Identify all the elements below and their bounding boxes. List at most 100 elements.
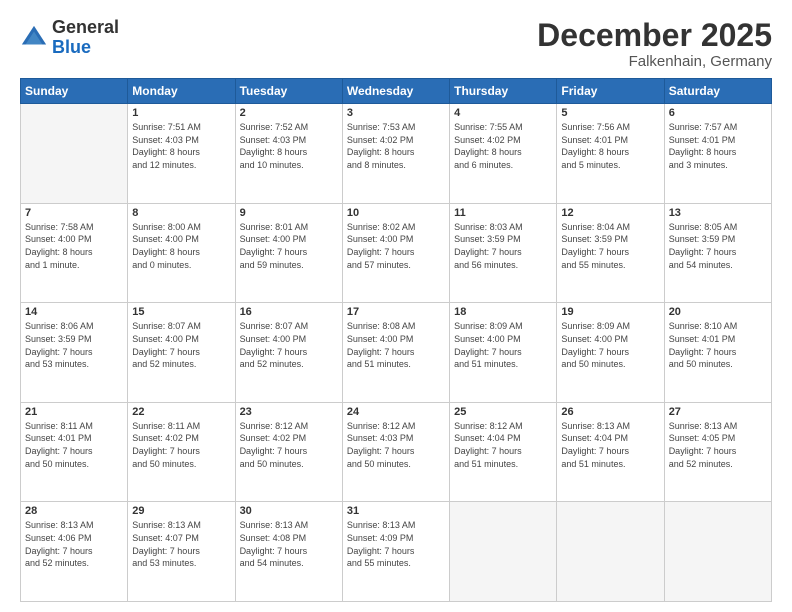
day-number: 3 — [347, 107, 445, 119]
calendar-cell: 14 Sunrise: 8:06 AM Sunset: 3:59 PM Dayli… — [21, 303, 128, 403]
calendar-cell: 22 Sunrise: 8:11 AM Sunset: 4:02 PM Dayli… — [128, 402, 235, 502]
day-info: Sunrise: 7:55 AM Sunset: 4:02 PM Dayligh… — [454, 121, 552, 171]
day-number: 7 — [25, 207, 123, 219]
day-info: Sunrise: 8:00 AM Sunset: 4:00 PM Dayligh… — [132, 221, 230, 271]
day-info: Sunrise: 7:57 AM Sunset: 4:01 PM Dayligh… — [669, 121, 767, 171]
day-number: 2 — [240, 107, 338, 119]
calendar-header-monday: Monday — [128, 79, 235, 104]
day-number: 5 — [561, 107, 659, 119]
day-number: 12 — [561, 207, 659, 219]
calendar-header-wednesday: Wednesday — [342, 79, 449, 104]
calendar-cell: 21 Sunrise: 8:11 AM Sunset: 4:01 PM Dayli… — [21, 402, 128, 502]
calendar-cell: 25 Sunrise: 8:12 AM Sunset: 4:04 PM Dayli… — [450, 402, 557, 502]
day-info: Sunrise: 8:13 AM Sunset: 4:08 PM Dayligh… — [240, 519, 338, 569]
day-number: 29 — [132, 505, 230, 517]
header: General Blue December 2025 Falkenhain, G… — [20, 18, 772, 70]
day-number: 23 — [240, 406, 338, 418]
location: Falkenhain, Germany — [537, 53, 772, 70]
logo-icon — [20, 24, 48, 52]
day-info: Sunrise: 8:13 AM Sunset: 4:09 PM Dayligh… — [347, 519, 445, 569]
day-info: Sunrise: 8:11 AM Sunset: 4:02 PM Dayligh… — [132, 420, 230, 470]
calendar-cell: 19Sunrise: 8:09 AM Sunset: 4:00 PM Dayli… — [557, 303, 664, 403]
calendar-cell: 17 Sunrise: 8:08 AM Sunset: 4:00 PM Dayli… — [342, 303, 449, 403]
calendar-cell: 28 Sunrise: 8:13 AM Sunset: 4:06 PM Dayli… — [21, 502, 128, 602]
day-info: Sunrise: 8:05 AM Sunset: 3:59 PM Dayligh… — [669, 221, 767, 271]
day-number: 14 — [25, 306, 123, 318]
calendar-cell: 16 Sunrise: 8:07 AM Sunset: 4:00 PM Dayli… — [235, 303, 342, 403]
day-number: 26 — [561, 406, 659, 418]
calendar-cell: 10 Sunrise: 8:02 AM Sunset: 4:00 PM Dayli… — [342, 203, 449, 303]
day-number: 1 — [132, 107, 230, 119]
day-number: 9 — [240, 207, 338, 219]
calendar-cell: 26Sunrise: 8:13 AM Sunset: 4:04 PM Dayli… — [557, 402, 664, 502]
logo-general: General — [52, 17, 119, 37]
day-info: Sunrise: 8:07 AM Sunset: 4:00 PM Dayligh… — [240, 320, 338, 370]
calendar-cell: 8Sunrise: 8:00 AM Sunset: 4:00 PM Daylig… — [128, 203, 235, 303]
day-number: 31 — [347, 505, 445, 517]
day-info: Sunrise: 8:06 AM Sunset: 3:59 PM Dayligh… — [25, 320, 123, 370]
calendar-header-tuesday: Tuesday — [235, 79, 342, 104]
day-number: 6 — [669, 107, 767, 119]
day-number: 19 — [561, 306, 659, 318]
day-info: Sunrise: 8:13 AM Sunset: 4:05 PM Dayligh… — [669, 420, 767, 470]
calendar-cell — [450, 502, 557, 602]
calendar-cell: 9 Sunrise: 8:01 AM Sunset: 4:00 PM Daylig… — [235, 203, 342, 303]
logo-text: General Blue — [52, 18, 119, 58]
day-number: 13 — [669, 207, 767, 219]
day-info: Sunrise: 8:13 AM Sunset: 4:07 PM Dayligh… — [132, 519, 230, 569]
day-info: Sunrise: 8:01 AM Sunset: 4:00 PM Dayligh… — [240, 221, 338, 271]
day-number: 28 — [25, 505, 123, 517]
calendar-header-saturday: Saturday — [664, 79, 771, 104]
day-info: Sunrise: 8:13 AM Sunset: 4:06 PM Dayligh… — [25, 519, 123, 569]
day-info: Sunrise: 8:07 AM Sunset: 4:00 PM Dayligh… — [132, 320, 230, 370]
day-info: Sunrise: 7:56 AM Sunset: 4:01 PM Dayligh… — [561, 121, 659, 171]
day-number: 22 — [132, 406, 230, 418]
day-number: 4 — [454, 107, 552, 119]
day-info: Sunrise: 8:02 AM Sunset: 4:00 PM Dayligh… — [347, 221, 445, 271]
calendar-cell — [557, 502, 664, 602]
day-number: 30 — [240, 505, 338, 517]
day-number: 16 — [240, 306, 338, 318]
day-number: 11 — [454, 207, 552, 219]
calendar-cell — [21, 104, 128, 204]
day-info: Sunrise: 8:09 AM Sunset: 4:00 PM Dayligh… — [454, 320, 552, 370]
calendar-cell: 2 Sunrise: 7:52 AM Sunset: 4:03 PM Daylig… — [235, 104, 342, 204]
logo: General Blue — [20, 18, 119, 58]
calendar-header-friday: Friday — [557, 79, 664, 104]
calendar-week-4: 21 Sunrise: 8:11 AM Sunset: 4:01 PM Dayli… — [21, 402, 772, 502]
day-info: Sunrise: 8:12 AM Sunset: 4:02 PM Dayligh… — [240, 420, 338, 470]
calendar-cell: 5 Sunrise: 7:56 AM Sunset: 4:01 PM Daylig… — [557, 104, 664, 204]
calendar-cell: 11Sunrise: 8:03 AM Sunset: 3:59 PM Dayli… — [450, 203, 557, 303]
calendar-cell: 7Sunrise: 7:58 AM Sunset: 4:00 PM Daylig… — [21, 203, 128, 303]
calendar-cell: 30 Sunrise: 8:13 AM Sunset: 4:08 PM Dayli… — [235, 502, 342, 602]
calendar-cell: 6 Sunrise: 7:57 AM Sunset: 4:01 PM Daylig… — [664, 104, 771, 204]
day-info: Sunrise: 8:11 AM Sunset: 4:01 PM Dayligh… — [25, 420, 123, 470]
day-info: Sunrise: 8:12 AM Sunset: 4:04 PM Dayligh… — [454, 420, 552, 470]
calendar-header-thursday: Thursday — [450, 79, 557, 104]
day-info: Sunrise: 8:12 AM Sunset: 4:03 PM Dayligh… — [347, 420, 445, 470]
day-info: Sunrise: 7:52 AM Sunset: 4:03 PM Dayligh… — [240, 121, 338, 171]
calendar-cell: 23 Sunrise: 8:12 AM Sunset: 4:02 PM Dayli… — [235, 402, 342, 502]
calendar-week-5: 28 Sunrise: 8:13 AM Sunset: 4:06 PM Dayli… — [21, 502, 772, 602]
day-number: 15 — [132, 306, 230, 318]
logo-blue: Blue — [52, 37, 91, 57]
calendar-cell — [664, 502, 771, 602]
day-number: 10 — [347, 207, 445, 219]
calendar-cell: 31 Sunrise: 8:13 AM Sunset: 4:09 PM Dayli… — [342, 502, 449, 602]
day-info: Sunrise: 7:53 AM Sunset: 4:02 PM Dayligh… — [347, 121, 445, 171]
day-number: 25 — [454, 406, 552, 418]
day-info: Sunrise: 8:10 AM Sunset: 4:01 PM Dayligh… — [669, 320, 767, 370]
page: General Blue December 2025 Falkenhain, G… — [0, 0, 792, 612]
day-info: Sunrise: 8:08 AM Sunset: 4:00 PM Dayligh… — [347, 320, 445, 370]
calendar-cell: 1Sunrise: 7:51 AM Sunset: 4:03 PM Daylig… — [128, 104, 235, 204]
calendar: SundayMondayTuesdayWednesdayThursdayFrid… — [20, 78, 772, 602]
calendar-header-sunday: Sunday — [21, 79, 128, 104]
day-number: 17 — [347, 306, 445, 318]
day-number: 21 — [25, 406, 123, 418]
calendar-week-1: 1Sunrise: 7:51 AM Sunset: 4:03 PM Daylig… — [21, 104, 772, 204]
day-info: Sunrise: 8:04 AM Sunset: 3:59 PM Dayligh… — [561, 221, 659, 271]
calendar-week-3: 14 Sunrise: 8:06 AM Sunset: 3:59 PM Dayli… — [21, 303, 772, 403]
calendar-cell: 4 Sunrise: 7:55 AM Sunset: 4:02 PM Daylig… — [450, 104, 557, 204]
calendar-cell: 13 Sunrise: 8:05 AM Sunset: 3:59 PM Dayli… — [664, 203, 771, 303]
calendar-cell: 27Sunrise: 8:13 AM Sunset: 4:05 PM Dayli… — [664, 402, 771, 502]
